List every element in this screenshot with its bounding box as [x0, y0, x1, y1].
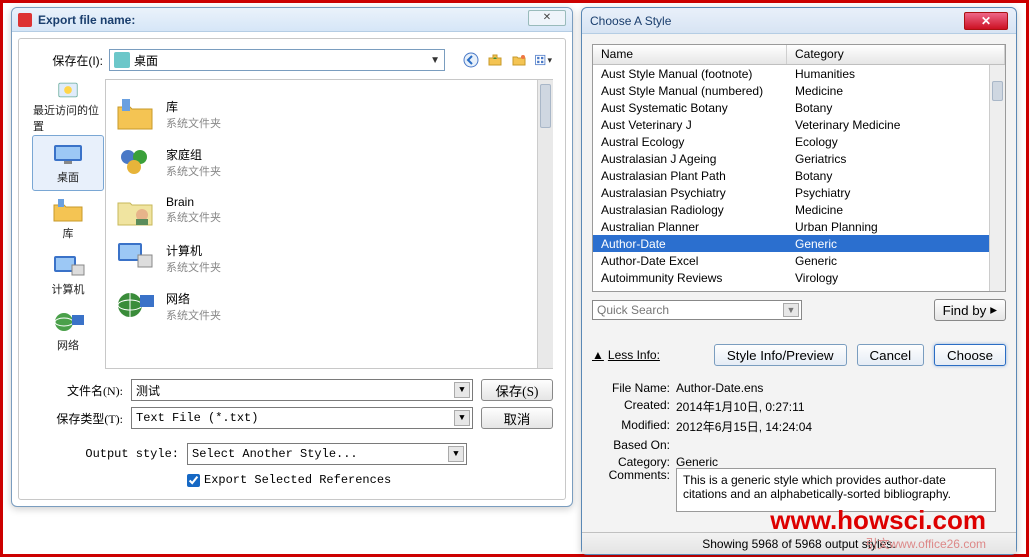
- table-row[interactable]: Australasian PsychiatryPsychiatry: [593, 184, 1005, 201]
- list-item[interactable]: 家庭组系统文件夹: [114, 138, 545, 186]
- detail-created: 2014年1月10日, 0:27:11: [676, 398, 805, 415]
- list-item[interactable]: 计算机系统文件夹: [114, 234, 545, 282]
- export-selected-check[interactable]: [187, 474, 200, 487]
- app-icon: [18, 13, 32, 27]
- action-row: ▲Less Info: Style Info/Preview Cancel Ch…: [592, 344, 1006, 366]
- filename-label: 文件名(N):: [31, 382, 123, 399]
- table-row[interactable]: Aust Style Manual (footnote)Humanities: [593, 65, 1005, 82]
- chevron-down-icon[interactable]: ▼: [454, 410, 470, 426]
- chevron-down-icon[interactable]: ▼: [448, 446, 464, 462]
- table-header: Name Category: [593, 45, 1005, 65]
- col-name[interactable]: Name: [593, 45, 787, 64]
- computer-icon: [114, 239, 156, 277]
- filetype-label: 保存类型(T):: [31, 410, 123, 427]
- location-text: 桌面: [134, 52, 158, 69]
- style-titlebar[interactable]: Choose A Style ✕: [582, 8, 1016, 34]
- table-row[interactable]: Australasian J AgeingGeriatrics: [593, 150, 1005, 167]
- cancel-button[interactable]: Cancel: [857, 344, 925, 366]
- style-title: Choose A Style: [590, 14, 671, 28]
- scrollbar-thumb[interactable]: [992, 81, 1003, 101]
- chevron-down-icon[interactable]: ▼: [454, 382, 470, 398]
- table-row[interactable]: Aust Veterinary JVeterinary Medicine: [593, 116, 1005, 133]
- style-info-button[interactable]: Style Info/Preview: [714, 344, 847, 366]
- detail-filename: Author-Date.ens: [676, 381, 763, 395]
- watermark: www.howsci.com: [770, 505, 986, 536]
- less-info-toggle[interactable]: ▲Less Info:: [592, 348, 660, 362]
- close-button[interactable]: ✕: [528, 10, 566, 26]
- network-icon: [114, 287, 156, 325]
- detail-category: Generic: [676, 455, 718, 469]
- up-button[interactable]: [485, 50, 505, 70]
- style-details: File Name:Author-Date.ens Created:2014年1…: [602, 378, 996, 469]
- save-in-row: 保存在(I): 桌面 ▼ ▾: [31, 49, 553, 71]
- table-row[interactable]: Aust Systematic BotanyBotany: [593, 99, 1005, 116]
- views-button[interactable]: ▾: [533, 50, 553, 70]
- place-libraries[interactable]: 库: [32, 191, 104, 247]
- filetype-combo[interactable]: Text File (*.txt)▼: [131, 407, 473, 429]
- table-row[interactable]: Australasian Plant PathBotany: [593, 167, 1005, 184]
- libraries-icon: [114, 95, 156, 133]
- back-button[interactable]: [461, 50, 481, 70]
- list-item[interactable]: 库系统文件夹: [114, 90, 545, 138]
- export-title: Export file name:: [38, 13, 135, 27]
- table-row[interactable]: Author-Date ExcelGeneric: [593, 252, 1005, 269]
- save-button[interactable]: 保存(S): [481, 379, 553, 401]
- collapse-icon: ▲: [592, 348, 604, 362]
- cancel-button[interactable]: 取消: [481, 407, 553, 429]
- table-row[interactable]: Autoimmunity ReviewsVirology: [593, 269, 1005, 286]
- place-network[interactable]: 网络: [32, 303, 104, 359]
- place-computer[interactable]: 计算机: [32, 247, 104, 303]
- homegroup-icon: [114, 143, 156, 181]
- chevron-right-icon: ▸: [990, 302, 997, 318]
- quick-search-input[interactable]: Quick Search ▼: [592, 300, 802, 320]
- file-area: 最近访问的位置 桌面 库 计算机 网络: [31, 79, 553, 369]
- place-desktop[interactable]: 桌面: [32, 135, 104, 191]
- file-listing[interactable]: 库系统文件夹 家庭组系统文件夹 Brain系统文件夹 计算机系统文件夹 网络系统…: [105, 79, 553, 369]
- table-row[interactable]: Australian PlannerUrban Planning: [593, 218, 1005, 235]
- scrollbar-thumb[interactable]: [540, 84, 551, 128]
- listing-scrollbar[interactable]: [537, 80, 553, 368]
- list-item[interactable]: 网络系统文件夹: [114, 282, 545, 330]
- list-item[interactable]: Brain系统文件夹: [114, 186, 545, 234]
- export-titlebar[interactable]: Export file name: ✕: [12, 8, 572, 32]
- choose-button[interactable]: Choose: [934, 344, 1006, 366]
- chevron-down-icon[interactable]: ▼: [783, 303, 799, 317]
- desktop-icon: [114, 52, 130, 68]
- places-bar: 最近访问的位置 桌面 库 计算机 网络: [31, 79, 105, 369]
- nav-toolbar: ▾: [461, 50, 553, 70]
- table-row[interactable]: Australasian RadiologyMedicine: [593, 201, 1005, 218]
- new-folder-button[interactable]: [509, 50, 529, 70]
- table-row[interactable]: Aust Style Manual (numbered)Medicine: [593, 82, 1005, 99]
- search-row: Quick Search ▼ Find by▸: [592, 298, 1006, 322]
- place-recent[interactable]: 最近访问的位置: [32, 79, 104, 135]
- export-file-dialog: Export file name: ✕ 保存在(I): 桌面 ▼ ▾ 最近访问的…: [11, 7, 573, 507]
- output-style-label: Output style:: [31, 447, 179, 461]
- choose-style-dialog: Choose A Style ✕ Name Category Aust Styl…: [581, 7, 1017, 555]
- find-by-button[interactable]: Find by▸: [934, 299, 1006, 321]
- table-row[interactable]: Author-DateGeneric: [593, 235, 1005, 252]
- export-selected-checkbox[interactable]: Export Selected References: [187, 473, 553, 487]
- detail-modified: 2012年6月15日, 14:24:04: [676, 418, 812, 435]
- table-row[interactable]: Austral EcologyEcology: [593, 133, 1005, 150]
- form-rows: 文件名(N): 测试▼ 保存(S) 保存类型(T): Text File (*.…: [31, 379, 553, 487]
- user-folder-icon: [114, 191, 156, 229]
- table-scrollbar[interactable]: [989, 65, 1005, 291]
- col-category[interactable]: Category: [787, 45, 1005, 64]
- chevron-down-icon[interactable]: ▼: [430, 55, 440, 66]
- close-button[interactable]: ✕: [964, 12, 1008, 30]
- watermark-sub: 引文www.office26.com: [866, 535, 987, 552]
- style-table: Name Category Aust Style Manual (footnot…: [592, 44, 1006, 292]
- save-in-label: 保存在(I):: [31, 52, 103, 69]
- table-rows[interactable]: Aust Style Manual (footnote)HumanitiesAu…: [593, 65, 1005, 291]
- output-style-combo[interactable]: Select Another Style...▼: [187, 443, 467, 465]
- export-body: 保存在(I): 桌面 ▼ ▾ 最近访问的位置 桌面: [18, 38, 566, 500]
- filename-input[interactable]: 测试▼: [131, 379, 473, 401]
- location-combo[interactable]: 桌面 ▼: [109, 49, 445, 71]
